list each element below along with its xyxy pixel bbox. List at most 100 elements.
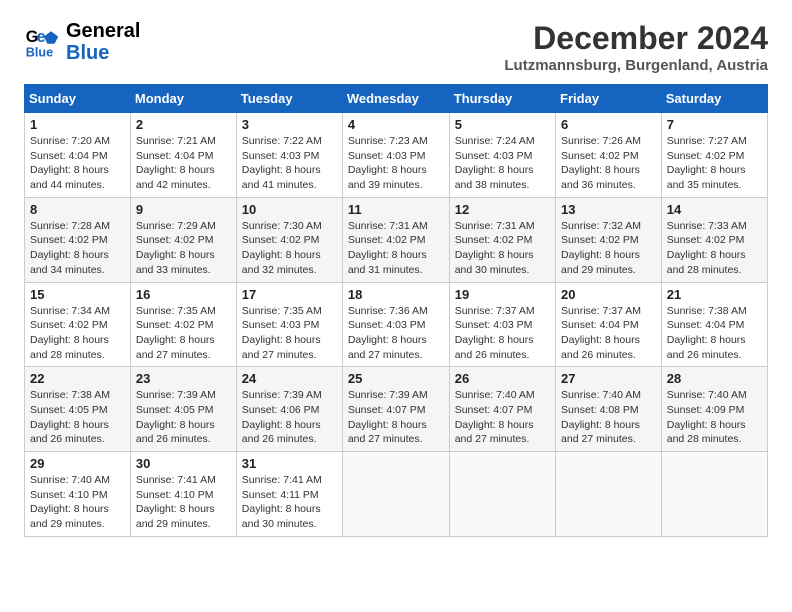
day-info: Sunrise: 7:37 AMSunset: 4:03 PMDaylight:… <box>455 304 550 363</box>
calendar-week-row: 22Sunrise: 7:38 AMSunset: 4:05 PMDayligh… <box>25 367 768 452</box>
logo-text: GeneralBlue <box>66 20 140 64</box>
calendar-cell: 7 Sunrise: 7:27 AMSunset: 4:02 PMDaylight… <box>661 113 767 198</box>
day-info: Sunrise: 7:40 AMSunset: 4:10 PMDaylight:… <box>30 473 125 532</box>
day-number: 29 <box>30 456 125 471</box>
day-info: Sunrise: 7:28 AMSunset: 4:02 PMDaylight:… <box>30 219 125 278</box>
calendar-week-row: 1 Sunrise: 7:20 AMSunset: 4:04 PMDaylight… <box>25 113 768 198</box>
day-number: 8 <box>30 202 125 217</box>
calendar-cell: 12Sunrise: 7:31 AMSunset: 4:02 PMDayligh… <box>449 197 555 282</box>
day-number: 15 <box>30 287 125 302</box>
day-info: Sunrise: 7:39 AMSunset: 4:05 PMDaylight:… <box>136 388 231 447</box>
day-info: Sunrise: 7:21 AMSunset: 4:04 PMDaylight:… <box>136 134 231 193</box>
calendar-cell: 29 Sunrise: 7:40 AMSunset: 4:10 PMDayligh… <box>25 452 131 537</box>
page-header: G e Blue GeneralBlue December 2024 Lutzm… <box>24 20 768 74</box>
calendar-cell <box>661 452 767 537</box>
weekday-header-friday: Friday <box>556 85 662 113</box>
day-number: 14 <box>667 202 762 217</box>
day-number: 13 <box>561 202 656 217</box>
title-section: December 2024 Lutzmannsburg, Burgenland,… <box>504 20 768 74</box>
day-number: 16 <box>136 287 231 302</box>
day-info: Sunrise: 7:33 AMSunset: 4:02 PMDaylight:… <box>667 219 762 278</box>
weekday-header-tuesday: Tuesday <box>236 85 342 113</box>
day-number: 10 <box>242 202 337 217</box>
day-info: Sunrise: 7:34 AMSunset: 4:02 PMDaylight:… <box>30 304 125 363</box>
day-info: Sunrise: 7:26 AMSunset: 4:02 PMDaylight:… <box>561 134 656 193</box>
day-info: Sunrise: 7:39 AMSunset: 4:06 PMDaylight:… <box>242 388 337 447</box>
weekday-header-wednesday: Wednesday <box>342 85 449 113</box>
calendar-cell: 31 Sunrise: 7:41 AMSunset: 4:11 PMDayligh… <box>236 452 342 537</box>
calendar-cell: 20Sunrise: 7:37 AMSunset: 4:04 PMDayligh… <box>556 282 662 367</box>
day-number: 30 <box>136 456 231 471</box>
day-number: 28 <box>667 371 762 386</box>
calendar-cell: 11 Sunrise: 7:31 AMSunset: 4:02 PMDayligh… <box>342 197 449 282</box>
location-title: Lutzmannsburg, Burgenland, Austria <box>504 57 768 74</box>
day-number: 11 <box>348 202 444 217</box>
day-info: Sunrise: 7:30 AMSunset: 4:02 PMDaylight:… <box>242 219 337 278</box>
day-info: Sunrise: 7:38 AMSunset: 4:04 PMDaylight:… <box>667 304 762 363</box>
day-info: Sunrise: 7:32 AMSunset: 4:02 PMDaylight:… <box>561 219 656 278</box>
calendar-cell <box>449 452 555 537</box>
calendar-week-row: 15 Sunrise: 7:34 AMSunset: 4:02 PMDayligh… <box>25 282 768 367</box>
day-info: Sunrise: 7:41 AMSunset: 4:11 PMDaylight:… <box>242 473 337 532</box>
day-number: 9 <box>136 202 231 217</box>
calendar-cell: 23Sunrise: 7:39 AMSunset: 4:05 PMDayligh… <box>130 367 236 452</box>
day-number: 1 <box>30 117 125 132</box>
day-info: Sunrise: 7:29 AMSunset: 4:02 PMDaylight:… <box>136 219 231 278</box>
day-info: Sunrise: 7:37 AMSunset: 4:04 PMDaylight:… <box>561 304 656 363</box>
calendar-cell: 16 Sunrise: 7:35 AMSunset: 4:02 PMDayligh… <box>130 282 236 367</box>
weekday-header-sunday: Sunday <box>25 85 131 113</box>
day-number: 3 <box>242 117 337 132</box>
calendar-week-row: 8 Sunrise: 7:28 AMSunset: 4:02 PMDaylight… <box>25 197 768 282</box>
calendar-cell: 2Sunrise: 7:21 AMSunset: 4:04 PMDaylight… <box>130 113 236 198</box>
calendar-cell: 3 Sunrise: 7:22 AMSunset: 4:03 PMDaylight… <box>236 113 342 198</box>
day-number: 17 <box>242 287 337 302</box>
day-info: Sunrise: 7:40 AMSunset: 4:07 PMDaylight:… <box>455 388 550 447</box>
svg-text:Blue: Blue <box>26 45 53 59</box>
day-number: 4 <box>348 117 444 132</box>
day-info: Sunrise: 7:27 AMSunset: 4:02 PMDaylight:… <box>667 134 762 193</box>
day-number: 31 <box>242 456 337 471</box>
logo: G e Blue GeneralBlue <box>24 20 140 64</box>
day-number: 5 <box>455 117 550 132</box>
day-number: 19 <box>455 287 550 302</box>
day-number: 24 <box>242 371 337 386</box>
calendar-cell: 9 Sunrise: 7:29 AMSunset: 4:02 PMDaylight… <box>130 197 236 282</box>
calendar-cell <box>556 452 662 537</box>
weekday-header-row: SundayMondayTuesdayWednesdayThursdayFrid… <box>25 85 768 113</box>
calendar-cell: 30Sunrise: 7:41 AMSunset: 4:10 PMDayligh… <box>130 452 236 537</box>
calendar-cell: 8 Sunrise: 7:28 AMSunset: 4:02 PMDaylight… <box>25 197 131 282</box>
calendar-cell: 1 Sunrise: 7:20 AMSunset: 4:04 PMDaylight… <box>25 113 131 198</box>
day-info: Sunrise: 7:31 AMSunset: 4:02 PMDaylight:… <box>348 219 444 278</box>
day-number: 27 <box>561 371 656 386</box>
day-number: 7 <box>667 117 762 132</box>
day-info: Sunrise: 7:22 AMSunset: 4:03 PMDaylight:… <box>242 134 337 193</box>
calendar-cell: 15 Sunrise: 7:34 AMSunset: 4:02 PMDayligh… <box>25 282 131 367</box>
calendar-cell: 22Sunrise: 7:38 AMSunset: 4:05 PMDayligh… <box>25 367 131 452</box>
calendar-cell: 19 Sunrise: 7:37 AMSunset: 4:03 PMDayligh… <box>449 282 555 367</box>
day-info: Sunrise: 7:39 AMSunset: 4:07 PMDaylight:… <box>348 388 444 447</box>
day-number: 6 <box>561 117 656 132</box>
calendar-cell: 14 Sunrise: 7:33 AMSunset: 4:02 PMDayligh… <box>661 197 767 282</box>
calendar-table: SundayMondayTuesdayWednesdayThursdayFrid… <box>24 84 768 537</box>
calendar-cell: 6 Sunrise: 7:26 AMSunset: 4:02 PMDaylight… <box>556 113 662 198</box>
day-info: Sunrise: 7:24 AMSunset: 4:03 PMDaylight:… <box>455 134 550 193</box>
day-number: 25 <box>348 371 444 386</box>
calendar-week-row: 29 Sunrise: 7:40 AMSunset: 4:10 PMDayligh… <box>25 452 768 537</box>
day-info: Sunrise: 7:35 AMSunset: 4:03 PMDaylight:… <box>242 304 337 363</box>
day-info: Sunrise: 7:38 AMSunset: 4:05 PMDaylight:… <box>30 388 125 447</box>
calendar-cell: 25 Sunrise: 7:39 AMSunset: 4:07 PMDayligh… <box>342 367 449 452</box>
calendar-cell: 17 Sunrise: 7:35 AMSunset: 4:03 PMDayligh… <box>236 282 342 367</box>
calendar-cell: 5 Sunrise: 7:24 AMSunset: 4:03 PMDaylight… <box>449 113 555 198</box>
day-info: Sunrise: 7:36 AMSunset: 4:03 PMDaylight:… <box>348 304 444 363</box>
day-info: Sunrise: 7:20 AMSunset: 4:04 PMDaylight:… <box>30 134 125 193</box>
calendar-cell: 27 Sunrise: 7:40 AMSunset: 4:08 PMDayligh… <box>556 367 662 452</box>
logo-icon: G e Blue <box>24 24 60 60</box>
calendar-cell: 24 Sunrise: 7:39 AMSunset: 4:06 PMDayligh… <box>236 367 342 452</box>
calendar-cell: 18Sunrise: 7:36 AMSunset: 4:03 PMDayligh… <box>342 282 449 367</box>
calendar-cell: 13 Sunrise: 7:32 AMSunset: 4:02 PMDayligh… <box>556 197 662 282</box>
day-info: Sunrise: 7:40 AMSunset: 4:08 PMDaylight:… <box>561 388 656 447</box>
weekday-header-saturday: Saturday <box>661 85 767 113</box>
weekday-header-thursday: Thursday <box>449 85 555 113</box>
day-info: Sunrise: 7:31 AMSunset: 4:02 PMDaylight:… <box>455 219 550 278</box>
day-info: Sunrise: 7:35 AMSunset: 4:02 PMDaylight:… <box>136 304 231 363</box>
